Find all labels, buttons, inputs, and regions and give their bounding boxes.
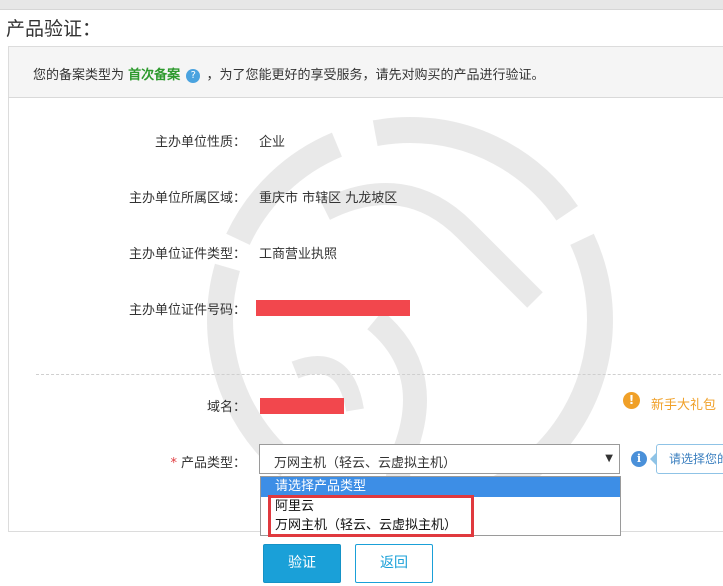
- newbie-gift-link[interactable]: 新手大礼包: [651, 394, 716, 413]
- filing-type: 首次备案: [128, 68, 181, 83]
- back-button[interactable]: 返回: [355, 544, 433, 583]
- domain-redaction: [260, 398, 344, 414]
- notice-prefix: 您的备案类型为: [33, 68, 125, 83]
- cert-type-label: 主办单位证件类型：: [128, 247, 246, 262]
- warning-icon: !: [623, 392, 640, 409]
- domain-label: 域名：: [206, 400, 246, 415]
- product-type-tooltip: 请选择您的: [656, 444, 723, 474]
- cert-type-value: 工商营业执照: [259, 247, 338, 262]
- org-nature-label: 主办单位性质：: [154, 135, 246, 150]
- top-strip: [0, 0, 723, 10]
- notice-suffix: ，为了您能更好的享受服务，请先对购买的产品进行验证。: [206, 68, 545, 83]
- dropdown-option-placeholder[interactable]: 请选择产品类型: [261, 477, 620, 497]
- required-marker: *: [170, 456, 177, 471]
- cert-number-label: 主办单位证件号码：: [128, 303, 246, 318]
- page-title: 产品验证：: [6, 18, 102, 40]
- notice-text: 您的备案类型为 首次备案 ? ，为了您能更好的享受服务，请先对购买的产品进行验证…: [33, 64, 544, 83]
- cert-number-redaction: [256, 300, 410, 316]
- product-type-label: * 产品类型：: [6, 452, 246, 471]
- verify-button[interactable]: 验证: [263, 544, 341, 583]
- product-type-selected: 万网主机（轻云、云虚拟主机）: [274, 456, 457, 471]
- org-region-label: 主办单位所属区域：: [128, 191, 246, 206]
- org-nature-value: 企业: [259, 135, 286, 150]
- info-icon[interactable]: i: [631, 451, 647, 467]
- product-type-label-text: 产品类型：: [180, 456, 246, 471]
- org-region-value: 重庆市 市辖区 九龙坡区: [259, 191, 398, 206]
- chevron-down-icon: ▼: [605, 453, 613, 464]
- notice-bar: 您的备案类型为 首次备案 ? ，为了您能更好的享受服务，请先对购买的产品进行验证…: [8, 46, 723, 98]
- section-divider: [36, 374, 723, 375]
- help-icon[interactable]: ?: [186, 68, 201, 83]
- product-type-select[interactable]: 万网主机（轻云、云虚拟主机） ▼: [259, 444, 620, 474]
- highlight-box: [268, 495, 474, 537]
